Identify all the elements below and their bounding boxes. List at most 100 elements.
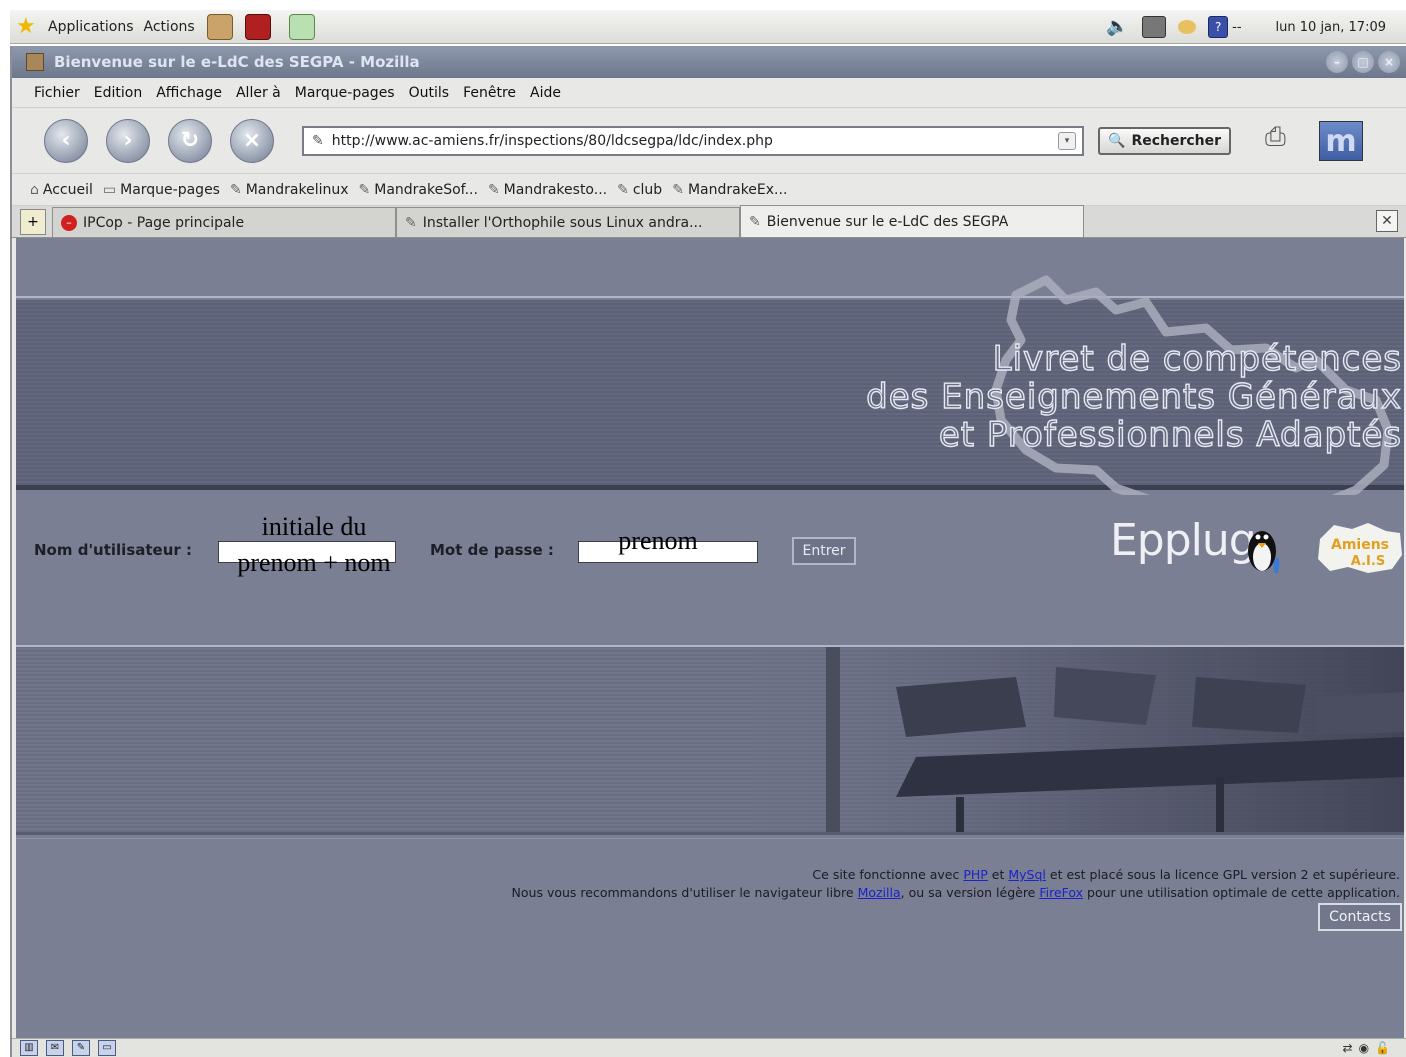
- home-icon: ⌂: [30, 181, 39, 198]
- mozilla-throbber-icon[interactable]: m: [1319, 120, 1364, 161]
- menu-affichage[interactable]: Affichage: [156, 85, 222, 101]
- search-button-label: Rechercher: [1131, 132, 1222, 149]
- username-field[interactable]: [218, 541, 396, 563]
- page-icon: ✎: [405, 214, 417, 231]
- tab-label: Installer l'Orthophile sous Linux andra.…: [422, 214, 703, 231]
- print-icon[interactable]: ⎙: [1265, 122, 1309, 160]
- ais-logo-text: A.I.S: [1351, 554, 1385, 569]
- security-lock-icon[interactable]: 🔓: [1375, 1041, 1390, 1055]
- clock[interactable]: lun 10 jan, 17:09: [1276, 20, 1386, 35]
- firefox-link[interactable]: FireFox: [1039, 885, 1083, 900]
- tab-orthophile[interactable]: ✎ Installer l'Orthophile sous Linux andr…: [396, 207, 740, 237]
- url-bar[interactable]: ✎ ▾: [302, 125, 1084, 156]
- bookmark-folder-marque-pages[interactable]: ▭ Marque-pages: [103, 182, 220, 198]
- mozilla-link[interactable]: Mozilla: [858, 885, 901, 900]
- banner-title: Livret de compétences des Enseignements …: [865, 339, 1402, 455]
- banner-line-2: des Enseignements Généraux: [865, 377, 1402, 417]
- username-annotation-line-1: initiale du: [261, 512, 367, 541]
- close-tab-icon[interactable]: ✕: [1376, 210, 1398, 232]
- browser-window: Bienvenue sur le e-LdC des SEGPA - Mozil…: [10, 46, 1406, 1057]
- menu-applications[interactable]: Applications: [48, 19, 134, 35]
- bookmarks-toolbar: ⌂ Accueil ▭ Marque-pages ✎ Mandrakelinux ✎ M…: [12, 174, 1406, 206]
- status-bar: ▥ ✉ ✎ ▭ ⇄ ◉ 🔓: [12, 1038, 1406, 1057]
- search-button[interactable]: 🔍 Rechercher: [1098, 126, 1232, 155]
- system-tray: 🔈 ? -- lun 10 jan, 17:09: [1106, 10, 1386, 44]
- stop-sign-icon: –: [61, 214, 77, 231]
- page-footer: Ce site fonctionne avec PHP et MySql et …: [16, 838, 1404, 1038]
- navigator-icon[interactable]: ▥: [20, 1040, 38, 1056]
- menubar: Fichier Edition Affichage Aller à Marque…: [12, 78, 1406, 108]
- bookmark-icon: ✎: [672, 181, 684, 198]
- menu-fichier[interactable]: Fichier: [34, 85, 80, 101]
- banner-line-1: Livret de compétences: [992, 339, 1402, 379]
- bookmark-mandrakeexpert[interactable]: ✎ MandrakeEx...: [672, 182, 787, 198]
- username-label: Nom d'utilisateur :: [34, 541, 193, 559]
- close-window-button[interactable]: ×: [1378, 51, 1400, 73]
- mysql-link[interactable]: MySql: [1008, 867, 1046, 882]
- bookmark-mandrakestore[interactable]: ✎ Mandrakesto...: [488, 182, 607, 198]
- forward-button[interactable]: ›: [106, 118, 150, 163]
- new-tab-icon[interactable]: +: [20, 209, 46, 235]
- hint-icon[interactable]: [1178, 20, 1197, 34]
- bookmark-icon: ✎: [358, 181, 371, 198]
- php-link[interactable]: PHP: [963, 867, 987, 882]
- menu-aller-a[interactable]: Aller à: [236, 85, 281, 101]
- package-launcher-icon[interactable]: [206, 13, 233, 40]
- popup-blocked-icon[interactable]: ◉: [1359, 1041, 1369, 1055]
- online-status-icon[interactable]: ⇄: [1343, 1041, 1353, 1055]
- logout-launcher-icon[interactable]: [244, 13, 271, 40]
- bookmark-icon: ✎: [229, 181, 242, 198]
- menu-actions[interactable]: Actions: [144, 19, 195, 35]
- bookmark-club[interactable]: ✎ club: [617, 182, 662, 198]
- minimize-button[interactable]: –: [1326, 51, 1348, 73]
- enter-button[interactable]: Entrer: [792, 537, 856, 565]
- url-input[interactable]: [331, 132, 1058, 149]
- menu-outils[interactable]: Outils: [409, 85, 449, 101]
- folder-icon: ▭: [102, 181, 117, 198]
- volume-icon[interactable]: 🔈: [1106, 16, 1130, 38]
- tab-bar: + – IPCop - Page principale ✎ Installer …: [12, 205, 1406, 238]
- mail-icon[interactable]: ✉: [46, 1040, 64, 1056]
- address-book-icon[interactable]: ▭: [98, 1040, 116, 1056]
- navigation-toolbar: ‹ › ↻ × ✎ ▾ 🔍 Rechercher ⎙ m: [12, 108, 1406, 174]
- menu-marque-pages[interactable]: Marque-pages: [295, 85, 395, 101]
- menu-fenetre[interactable]: Fenêtre: [463, 85, 516, 101]
- tux-penguin-icon: [1248, 531, 1280, 574]
- tab-ipcop[interactable]: – IPCop - Page principale: [52, 207, 396, 237]
- gnome-top-panel: ★ Applications Actions 🔈 ? -- lun 10 jan…: [10, 10, 1406, 44]
- contacts-button[interactable]: Contacts: [1318, 903, 1402, 931]
- menu-aide[interactable]: Aide: [530, 85, 561, 101]
- network-status-icon[interactable]: ?: [1208, 16, 1229, 38]
- window-titlebar[interactable]: Bienvenue sur le e-LdC des SEGPA - Mozil…: [12, 46, 1406, 78]
- url-history-dropdown-icon[interactable]: ▾: [1058, 131, 1076, 150]
- classroom-photo: [716, 647, 1404, 832]
- header-banner: Livret de compétences des Enseignements …: [16, 275, 1404, 535]
- bookmark-accueil[interactable]: ⌂ Accueil: [30, 182, 93, 198]
- banner-line-3: et Professionnels Adaptés: [938, 415, 1402, 455]
- composer-icon[interactable]: ✎: [72, 1040, 90, 1056]
- maximize-button[interactable]: □: [1352, 51, 1374, 73]
- bookmark-mandrakesoft[interactable]: ✎ MandrakeSof...: [359, 182, 478, 198]
- classroom-photo-band: [16, 645, 1404, 835]
- login-form: Nom d'utilisateur : initiale du prenom +…: [16, 495, 1404, 645]
- tab-label: Bienvenue sur le e-LdC des SEGPA: [766, 213, 1009, 230]
- bookmark-mandrakelinux[interactable]: ✎ Mandrakelinux: [230, 182, 349, 198]
- tab-label: IPCop - Page principale: [83, 214, 245, 231]
- camera-icon[interactable]: [1142, 16, 1167, 38]
- magnifier-icon: 🔍: [1108, 132, 1126, 149]
- notes-launcher-icon[interactable]: [288, 13, 315, 40]
- toolbar-grip[interactable]: [12, 78, 20, 107]
- menu-edition[interactable]: Edition: [94, 85, 142, 101]
- gnome-foot-icon[interactable]: ★: [16, 15, 38, 38]
- back-button[interactable]: ‹: [44, 118, 88, 163]
- tab-segpa[interactable]: ✎ Bienvenue sur le e-LdC des SEGPA: [740, 205, 1084, 237]
- page-proxy-icon[interactable]: ✎: [312, 133, 324, 149]
- network-status-label: --: [1232, 19, 1242, 35]
- amiens-logo-text: Amiens: [1331, 537, 1389, 553]
- password-label: Mot de passe :: [430, 541, 554, 559]
- toolbar-grip[interactable]: [12, 174, 20, 205]
- page-content: Livret de compétences des Enseignements …: [16, 238, 1404, 1038]
- reload-button[interactable]: ↻: [168, 118, 212, 163]
- stop-button[interactable]: ×: [230, 118, 274, 163]
- password-field[interactable]: [578, 541, 758, 563]
